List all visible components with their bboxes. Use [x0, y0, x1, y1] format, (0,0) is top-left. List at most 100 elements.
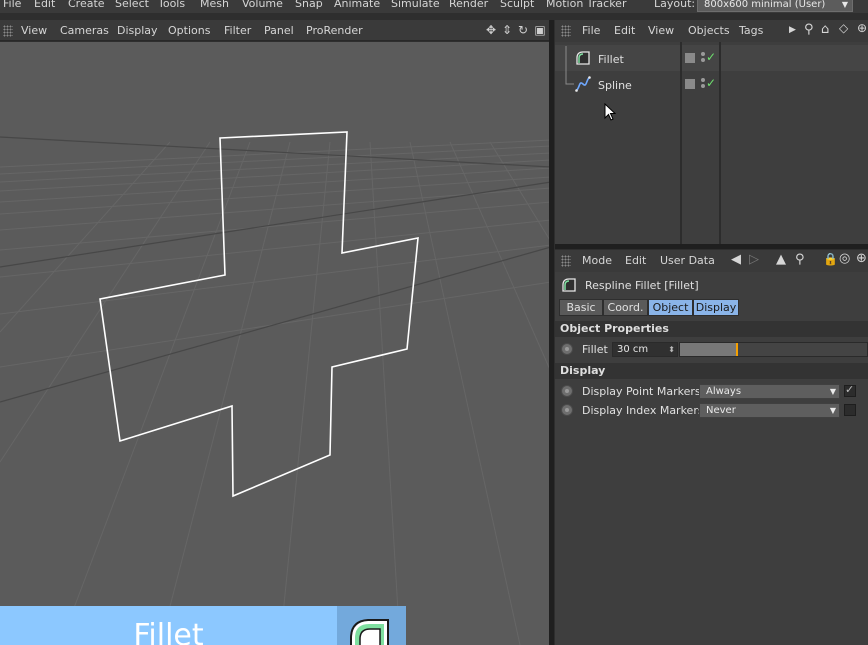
animation-keyframe-radio[interactable]	[561, 404, 573, 416]
3d-viewport[interactable]: Fillet	[0, 42, 551, 645]
lock-icon[interactable]: 🔒	[823, 252, 838, 266]
section-display: Display	[555, 363, 868, 379]
am-menu-edit[interactable]: Edit	[625, 254, 646, 267]
view-toggle-icon[interactable]: ◇	[839, 21, 848, 35]
viewport-menu-cameras[interactable]: Cameras	[60, 24, 109, 37]
rotate-view-icon[interactable]: ↻	[516, 23, 530, 37]
om-menu-file[interactable]: File	[582, 24, 600, 37]
move-view-icon[interactable]: ✥	[484, 23, 498, 37]
object-row-spline[interactable]: Spline ✓	[555, 71, 868, 97]
viewport-menu-options[interactable]: Options	[168, 24, 210, 37]
slider-knob[interactable]	[736, 343, 738, 356]
layer-color-icon[interactable]	[685, 79, 695, 89]
om-menu-objects[interactable]: Objects	[688, 24, 730, 37]
fillet-icon	[576, 51, 590, 65]
object-title: Respline Fillet [Fillet]	[585, 279, 699, 292]
cross-spline-outline[interactable]	[99, 131, 419, 498]
hierarchy-lines	[565, 46, 574, 85]
target-icon[interactable]: ◎	[839, 251, 850, 266]
tab-coord[interactable]: Coord.	[603, 299, 648, 316]
spinner-icon[interactable]: ⬍	[668, 343, 675, 356]
menu-edit[interactable]: Edit	[34, 0, 55, 10]
column-separator	[719, 42, 721, 244]
menu-render[interactable]: Render	[449, 0, 488, 10]
om-menu-edit[interactable]: Edit	[614, 24, 635, 37]
tab-basic[interactable]: Basic	[559, 299, 603, 316]
object-row-fillet[interactable]: Fillet ✓	[555, 45, 868, 71]
viewport-menu-prorender[interactable]: ProRender	[306, 24, 363, 37]
display-point-markers-checkbox[interactable]	[844, 383, 856, 397]
tab-object[interactable]: Object	[648, 299, 693, 316]
tab-display[interactable]: Display	[693, 299, 739, 316]
chevron-down-icon: ▼	[829, 387, 836, 396]
main-menu-bar: File Edit Create Select Tools Mesh Volum…	[0, 0, 868, 13]
fillet-value: 30 cm	[617, 344, 649, 355]
chevron-down-icon: ▼	[841, 0, 848, 9]
world-axes	[0, 136, 551, 403]
dropdown-value: Always	[706, 386, 742, 397]
new-window-icon[interactable]: ⊕	[857, 21, 867, 35]
om-menu-more-arrow-icon[interactable]: ▶	[789, 25, 796, 35]
menu-snap[interactable]: Snap	[295, 0, 323, 10]
dolly-view-icon[interactable]: ⇕	[500, 23, 514, 37]
viewport-menu-display[interactable]: Display	[117, 24, 158, 37]
viewport-divider[interactable]	[549, 20, 554, 645]
object-name: Spline	[598, 79, 632, 92]
section-object-properties: Object Properties	[555, 321, 868, 337]
back-arrow-icon[interactable]: ◀	[731, 252, 741, 267]
new-window-icon[interactable]: ⊕	[856, 251, 867, 266]
menu-volume[interactable]: Volume	[242, 0, 283, 10]
layout-label: Layout:	[654, 0, 696, 10]
fillet-value-field[interactable]: 30 cm ⬍	[612, 342, 678, 357]
viewport-menu-panel[interactable]: Panel	[264, 24, 294, 37]
display-index-markers-dropdown[interactable]: Never ▼	[699, 403, 840, 418]
menu-mesh[interactable]: Mesh	[200, 0, 229, 10]
menu-select[interactable]: Select	[115, 0, 149, 10]
home-icon[interactable]: ⌂	[821, 22, 829, 37]
fillet-slider[interactable]	[679, 342, 868, 357]
fillet-label: Fillet	[582, 343, 608, 356]
floor-grid	[0, 139, 551, 645]
display-index-markers-checkbox[interactable]	[844, 404, 856, 416]
animation-keyframe-radio[interactable]	[561, 343, 573, 355]
search-icon[interactable]: ⚲	[795, 252, 805, 267]
spline-icon	[575, 76, 591, 92]
menu-animate[interactable]: Animate	[334, 0, 380, 10]
enabled-check-icon[interactable]: ✓	[706, 76, 716, 90]
up-arrow-icon[interactable]: ▲	[776, 252, 786, 267]
chevron-down-icon: ▼	[829, 406, 836, 415]
attribute-manager: Respline Fillet [Fillet] Basic Coord. Ob…	[555, 272, 868, 645]
menu-tools[interactable]: Tools	[158, 0, 185, 10]
forward-arrow-icon[interactable]: ▷	[749, 252, 759, 267]
panel-grip-icon[interactable]	[3, 25, 13, 37]
object-name: Fillet	[598, 53, 624, 66]
panel-grip-icon[interactable]	[561, 25, 571, 37]
fillet-icon	[562, 278, 576, 292]
layer-color-icon[interactable]	[685, 53, 695, 63]
search-icon[interactable]: ⚲	[804, 22, 814, 37]
enabled-check-icon[interactable]: ✓	[706, 50, 716, 64]
am-menu-user-data[interactable]: User Data	[660, 254, 715, 267]
menu-create[interactable]: Create	[68, 0, 105, 10]
maximize-view-icon[interactable]: ▣	[533, 23, 547, 37]
menu-file[interactable]: File	[3, 0, 21, 10]
menu-sculpt[interactable]: Sculpt	[500, 0, 534, 10]
panel-grip-icon[interactable]	[561, 255, 571, 267]
viewport-menu-view[interactable]: View	[21, 24, 47, 37]
object-manager: Fillet ✓ Spline ✓	[555, 42, 868, 244]
am-menu-mode[interactable]: Mode	[582, 254, 612, 267]
fillet-icon	[350, 619, 389, 645]
dropdown-value: Never	[706, 405, 736, 416]
layout-value: 800x600 minimal (User)	[704, 0, 826, 10]
layout-dropdown[interactable]: 800x600 minimal (User) ▼	[697, 0, 853, 12]
viewport-menu-filter[interactable]: Filter	[224, 24, 251, 37]
panel-divider[interactable]	[555, 244, 868, 249]
display-point-markers-label: Display Point Markers	[582, 385, 701, 398]
banner-icon-box	[337, 606, 406, 645]
display-point-markers-dropdown[interactable]: Always ▼	[699, 384, 840, 399]
menu-motion-tracker[interactable]: Motion Tracker	[546, 0, 626, 10]
menu-simulate[interactable]: Simulate	[391, 0, 440, 10]
om-menu-tags[interactable]: Tags	[739, 24, 763, 37]
animation-keyframe-radio[interactable]	[561, 385, 573, 397]
om-menu-view[interactable]: View	[648, 24, 674, 37]
